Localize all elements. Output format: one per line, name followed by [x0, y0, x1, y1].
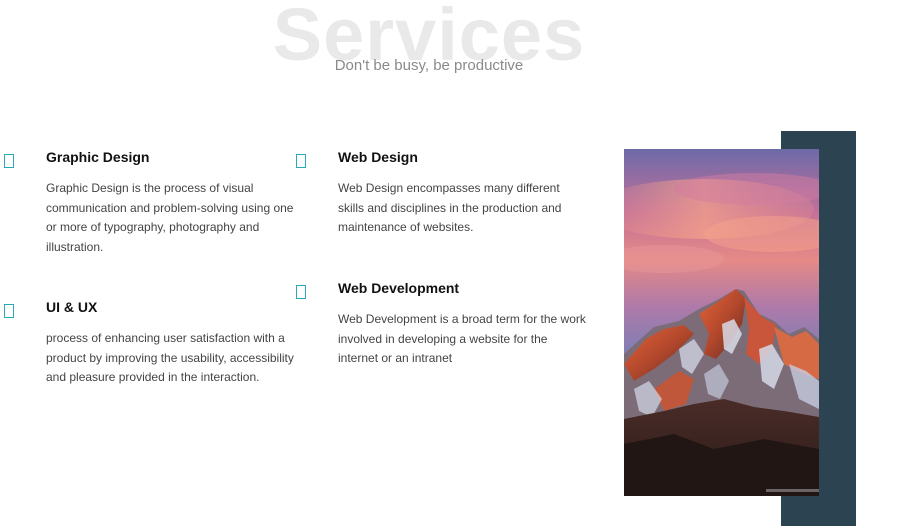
- service-title: Web Development: [338, 280, 460, 296]
- mountain-photo: [624, 149, 819, 496]
- service-description: Graphic Design is the process of visual …: [46, 181, 294, 254]
- service-description: Web Design encompasses many different sk…: [338, 181, 562, 234]
- service-ui-ux: UI & UX process of enhancing user satisf…: [4, 298, 296, 388]
- service-web-development: Web Development Web Development is a bro…: [296, 279, 588, 369]
- service-description: Web Development is a broad term for the …: [338, 312, 586, 365]
- square-outline-icon: [296, 285, 306, 299]
- service-title: Web Design: [338, 149, 418, 165]
- square-outline-icon: [4, 304, 14, 318]
- service-title: Graphic Design: [46, 149, 150, 165]
- service-web-design: Web Design Web Design encompasses many d…: [296, 148, 588, 238]
- square-outline-icon: [296, 154, 306, 168]
- services-section: Services Don't be busy, be productive Gr…: [0, 0, 909, 526]
- square-outline-icon: [4, 154, 14, 168]
- section-subtitle: Don't be busy, be productive: [334, 57, 524, 74]
- service-description: process of enhancing user satisfaction w…: [46, 331, 294, 384]
- service-title: UI & UX: [46, 299, 98, 315]
- service-graphic-design: Graphic Design Graphic Design is the pro…: [4, 148, 296, 257]
